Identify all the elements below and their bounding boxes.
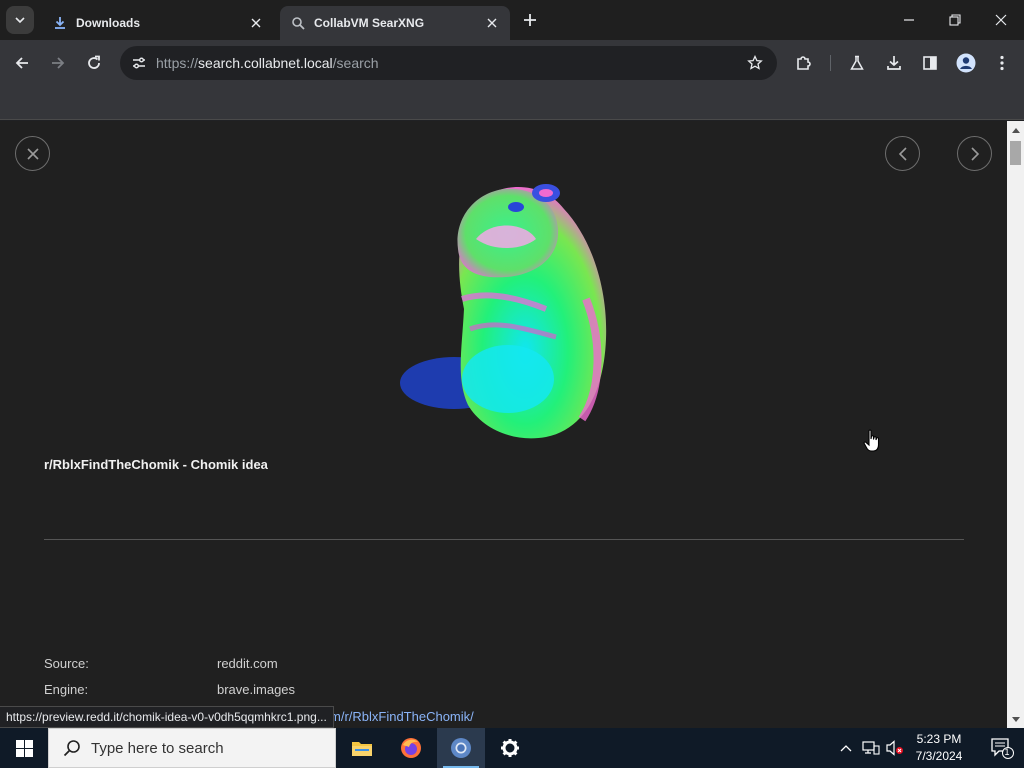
- divider: [44, 539, 964, 540]
- restore-button[interactable]: [932, 0, 978, 40]
- close-preview-button[interactable]: [15, 136, 50, 171]
- page-content: r/RblxFindTheChomik - Chomik idea Source…: [0, 121, 1007, 728]
- tab-title: Downloads: [76, 16, 141, 30]
- url-host: search.collabnet.local: [198, 55, 333, 71]
- taskbar-settings[interactable]: [486, 728, 534, 768]
- more-vertical-icon: [1000, 55, 1004, 71]
- windows-taskbar: Type here to search 5:23 PM 7/3/2024 1: [0, 728, 1024, 768]
- puzzle-icon: [797, 56, 811, 70]
- meta-label: Engine:: [44, 682, 89, 697]
- action-center-button[interactable]: 1: [980, 728, 1024, 768]
- chevron-down-icon: [15, 17, 25, 24]
- network-icon: [862, 741, 880, 755]
- tab-strip: Downloads CollabVM SearXNG: [0, 0, 1024, 40]
- show-hidden-icons-button[interactable]: [836, 728, 856, 768]
- minimize-icon: [904, 19, 914, 21]
- scroll-down-arrow[interactable]: [1007, 711, 1024, 728]
- meta-value: reddit.com: [217, 656, 278, 671]
- plus-icon: [524, 14, 536, 26]
- preview-image[interactable]: [396, 179, 612, 443]
- url-path: /search: [332, 55, 379, 71]
- system-clock[interactable]: 5:23 PM 7/3/2024: [906, 731, 972, 765]
- reload-icon: [88, 55, 100, 69]
- avatar-icon: [956, 53, 976, 73]
- url-text: https://search.collabnet.local/search: [156, 55, 379, 71]
- labs-button[interactable]: [841, 47, 873, 79]
- chrome-icon: [451, 738, 471, 758]
- flask-icon: [850, 55, 864, 70]
- downloads-button[interactable]: [878, 47, 910, 79]
- volume-button[interactable]: [884, 728, 906, 768]
- close-tab-icon[interactable]: [248, 15, 264, 31]
- menu-button[interactable]: [986, 47, 1018, 79]
- site-settings-icon[interactable]: [122, 46, 156, 80]
- arrow-left-icon: [15, 57, 28, 69]
- url-scheme: https://: [156, 55, 199, 71]
- chevron-up-icon: [840, 745, 852, 752]
- bookmark-bar: [0, 86, 1024, 120]
- network-status-button[interactable]: [860, 728, 882, 768]
- side-panel-icon: [923, 56, 937, 70]
- windows-logo-icon: [15, 739, 33, 757]
- browser-toolbar: https://search.collabnet.local/search: [0, 40, 1024, 86]
- scroll-up-arrow[interactable]: [1007, 121, 1024, 138]
- extensions-button[interactable]: [788, 47, 820, 79]
- close-icon: [26, 147, 39, 160]
- link-status-bubble: https://preview.redd.it/chomik-idea-v0-v…: [0, 706, 334, 728]
- reload-button[interactable]: [78, 47, 110, 79]
- forward-button[interactable]: [42, 47, 74, 79]
- folder-icon: [352, 742, 372, 756]
- new-tab-button[interactable]: [518, 8, 542, 32]
- download-icon: [52, 15, 68, 31]
- close-window-button[interactable]: [978, 0, 1024, 40]
- close-icon: [995, 14, 1007, 26]
- taskbar-file-explorer[interactable]: [338, 728, 386, 768]
- close-tab-icon[interactable]: [484, 15, 500, 31]
- previous-image-button[interactable]: [885, 136, 920, 171]
- hand-cursor-icon: [863, 429, 880, 452]
- searxng-icon: [290, 15, 306, 31]
- notification-count: 1: [1004, 747, 1010, 757]
- taskbar-search-box[interactable]: Type here to search: [48, 728, 336, 768]
- minimize-button[interactable]: [886, 0, 932, 40]
- source-link[interactable]: m/r/RblxFindTheChomik/: [330, 709, 474, 724]
- gear-icon: [501, 739, 519, 757]
- scrollbar[interactable]: [1007, 121, 1024, 728]
- address-bar[interactable]: https://search.collabnet.local/search: [120, 46, 777, 80]
- search-placeholder: Type here to search: [91, 739, 224, 757]
- chevron-right-icon: [970, 146, 979, 161]
- meta-value: brave.images: [217, 682, 296, 697]
- restore-icon: [949, 14, 961, 26]
- next-image-button[interactable]: [957, 136, 992, 171]
- back-button[interactable]: [6, 47, 38, 79]
- speaker-muted-icon: [886, 740, 903, 756]
- firefox-icon: [401, 738, 421, 758]
- tab-search-button[interactable]: [6, 6, 34, 34]
- bookmark-star-icon[interactable]: [741, 49, 769, 77]
- chevron-left-icon: [898, 146, 907, 161]
- arrow-right-icon: [52, 57, 65, 69]
- clock-date: 7/3/2024: [915, 749, 963, 763]
- search-icon: [63, 740, 80, 757]
- tab-title: CollabVM SearXNG: [314, 16, 425, 30]
- tab-downloads[interactable]: Downloads: [42, 6, 274, 40]
- side-panel-button[interactable]: [914, 47, 946, 79]
- download-icon: [887, 56, 901, 70]
- taskbar-firefox[interactable]: [387, 728, 435, 768]
- profile-button[interactable]: [950, 47, 982, 79]
- toolbar-separator: [830, 55, 831, 71]
- tab-searxng[interactable]: CollabVM SearXNG: [280, 6, 510, 40]
- clock-time: 5:23 PM: [916, 732, 962, 746]
- caret-up-icon: [1011, 127, 1020, 133]
- taskbar-chrome[interactable]: [437, 728, 485, 768]
- meta-label: Source:: [44, 656, 89, 671]
- image-title: r/RblxFindTheChomik - Chomik idea: [44, 457, 268, 472]
- caret-down-icon: [1011, 716, 1020, 722]
- scrollbar-thumb[interactable]: [1010, 141, 1021, 165]
- start-button[interactable]: [0, 728, 48, 768]
